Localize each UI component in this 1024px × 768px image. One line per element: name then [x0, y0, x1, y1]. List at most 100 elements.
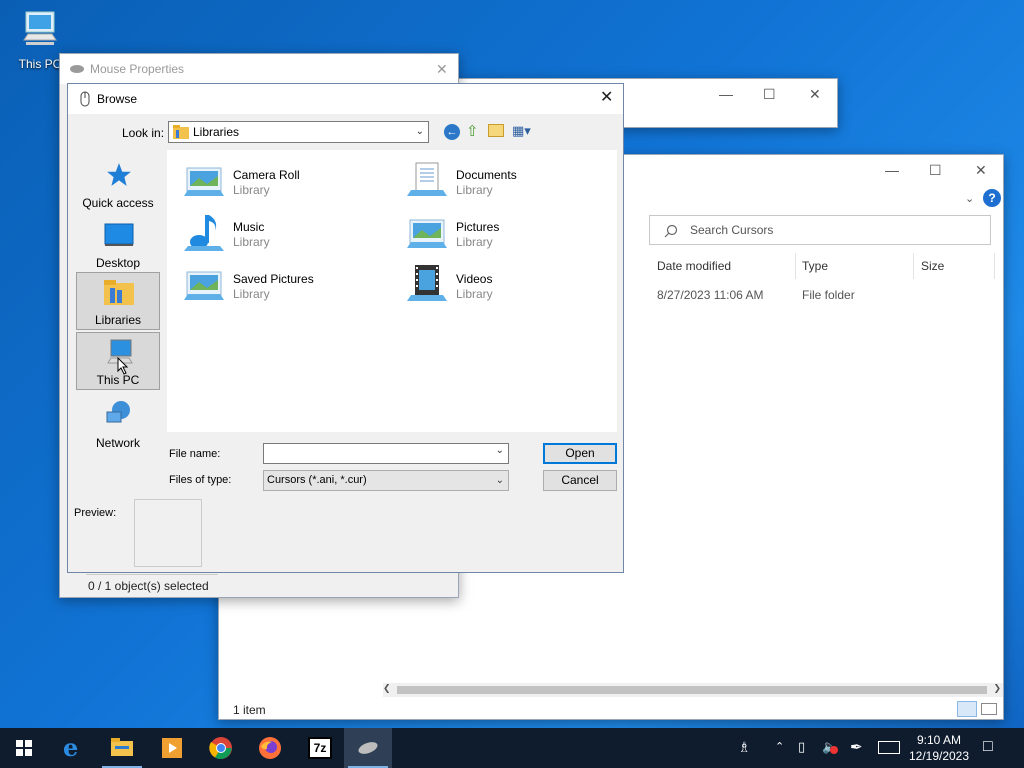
close-icon[interactable]: ✕ — [436, 62, 448, 76]
start-button[interactable] — [0, 728, 48, 768]
item-name: Videos — [456, 272, 493, 286]
status-bar: 0 / 1 object(s) selected — [86, 574, 218, 596]
desktop-icon — [104, 223, 134, 246]
network-tray-icon[interactable]: ▯ — [798, 739, 805, 768]
place-desktop[interactable]: Desktop — [76, 216, 160, 274]
chevron-up-icon[interactable]: ⌃ — [775, 740, 784, 768]
look-in-dropdown[interactable]: Libraries ⌄ — [168, 121, 429, 143]
column-divider[interactable] — [913, 253, 914, 279]
taskbar-media-player[interactable] — [147, 728, 195, 768]
scroll-left-icon[interactable]: ❮ — [383, 683, 391, 694]
keyboard-icon[interactable] — [878, 741, 900, 754]
search-icon — [664, 224, 678, 238]
item-name: Saved Pictures — [233, 272, 314, 286]
large-icons-view-icon[interactable] — [981, 703, 997, 715]
item-name: Pictures — [456, 220, 500, 234]
list-item-videos[interactable]: Videos Library — [398, 262, 608, 308]
pen-icon[interactable]: ✒ — [850, 738, 863, 768]
start-icon — [16, 740, 32, 756]
maximize-icon[interactable]: ☐ — [929, 163, 942, 177]
list-item-pictures[interactable]: Pictures Library — [398, 210, 608, 256]
item-type: Library — [456, 183, 493, 197]
close-icon[interactable]: ✕ — [975, 163, 987, 177]
cancel-button[interactable]: Cancel — [543, 470, 617, 491]
item-type: Library — [456, 235, 493, 249]
file-explorer-icon — [111, 738, 133, 756]
column-header-date[interactable]: Date modified — [657, 259, 731, 273]
minimize-icon[interactable]: — — [719, 87, 733, 101]
network-icon — [106, 401, 130, 423]
taskbar-firefox[interactable] — [246, 728, 294, 768]
picture-library-icon — [184, 167, 224, 196]
taskbar-file-explorer[interactable] — [98, 728, 146, 768]
column-header-size[interactable]: Size — [921, 259, 944, 273]
document-icon — [407, 162, 447, 196]
look-in-value: Libraries — [193, 125, 240, 139]
taskbar-7zip[interactable]: 7z — [296, 728, 344, 768]
scroll-right-icon[interactable]: ❯ — [993, 683, 1001, 694]
notifications-icon[interactable]: □ — [983, 738, 993, 768]
clock[interactable]: 9:10 AM 12/19/2023 — [904, 732, 974, 764]
view-menu-icon[interactable]: ▦▾ — [512, 123, 536, 139]
edge-icon: e — [63, 733, 79, 762]
chevron-down-icon[interactable]: ⌄ — [496, 445, 504, 456]
people-icon[interactable]: ♗ — [738, 739, 751, 768]
taskbar-chrome[interactable] — [197, 728, 245, 768]
scrollbar-thumb[interactable] — [397, 686, 987, 694]
maximize-icon[interactable]: ☐ — [763, 87, 776, 101]
picture-library-icon — [184, 271, 224, 300]
mouse-icon — [80, 91, 90, 107]
7zip-icon: 7z — [308, 737, 332, 759]
up-folder-icon[interactable]: ⇧ — [466, 122, 479, 140]
taskbar: e 7z ♗ ⌃ ▯ 🔈 ✒ — [0, 728, 1024, 768]
place-label: Libraries — [94, 313, 142, 327]
item-name: Camera Roll — [233, 168, 300, 182]
file-list: Camera Roll Library Documents Library Mu… — [167, 150, 617, 432]
help-icon[interactable]: ? — [983, 189, 1001, 207]
details-view-icon[interactable] — [957, 701, 977, 717]
list-item-camera-roll[interactable]: Camera Roll Library — [175, 158, 385, 204]
back-icon[interactable]: ← — [444, 124, 460, 140]
dialog-titlebar[interactable] — [68, 84, 623, 114]
place-network[interactable]: Network — [76, 396, 160, 454]
mouse-icon — [358, 742, 378, 754]
chevron-down-icon[interactable]: ⌄ — [965, 192, 974, 206]
computer-icon — [23, 11, 57, 45]
file-name-label: File name: — [169, 448, 221, 460]
row-type[interactable]: File folder — [802, 288, 855, 302]
place-label: Desktop — [95, 256, 141, 270]
close-icon[interactable]: ✕ — [809, 87, 821, 101]
item-type: Library — [233, 287, 270, 301]
mute-badge — [830, 746, 838, 754]
horizontal-scrollbar[interactable]: ❮ ❯ — [383, 683, 1003, 697]
place-label: Network — [95, 436, 140, 450]
place-quick-access[interactable]: Quick access — [76, 156, 160, 214]
search-input[interactable]: Search Cursors — [649, 215, 991, 245]
file-type-dropdown[interactable]: Cursors (*.ani, *.cur) ⌄ — [263, 470, 509, 491]
libraries-icon — [173, 125, 189, 139]
place-this-pc[interactable]: This PC — [76, 332, 160, 390]
column-divider[interactable] — [994, 253, 995, 279]
row-date-modified[interactable]: 8/27/2023 11:06 AM — [657, 288, 764, 302]
firefox-icon — [259, 737, 281, 759]
chevron-down-icon: ⌄ — [495, 475, 504, 486]
list-item-saved-pictures[interactable]: Saved Pictures Library — [175, 262, 385, 308]
item-name: Documents — [456, 168, 517, 182]
list-item-documents[interactable]: Documents Library — [398, 158, 608, 204]
taskbar-mouse-properties[interactable] — [344, 728, 392, 768]
place-libraries[interactable]: Libraries — [76, 272, 160, 330]
list-item-music[interactable]: Music Library — [175, 210, 385, 256]
close-icon[interactable]: ✕ — [600, 90, 613, 106]
picture-library-icon — [407, 219, 447, 248]
column-header-type[interactable]: Type — [802, 259, 828, 273]
new-folder-icon[interactable] — [488, 124, 504, 137]
dialog-title: Browse — [97, 92, 138, 106]
file-type-label: Files of type: — [169, 474, 232, 486]
status-item-count: 1 item — [233, 703, 266, 717]
minimize-icon[interactable]: — — [885, 163, 899, 177]
open-button[interactable]: Open — [543, 443, 617, 464]
column-divider[interactable] — [795, 253, 796, 279]
file-name-field[interactable]: ⌄ — [263, 443, 509, 464]
taskbar-edge[interactable]: e — [50, 728, 98, 768]
place-label: This PC — [96, 373, 140, 387]
